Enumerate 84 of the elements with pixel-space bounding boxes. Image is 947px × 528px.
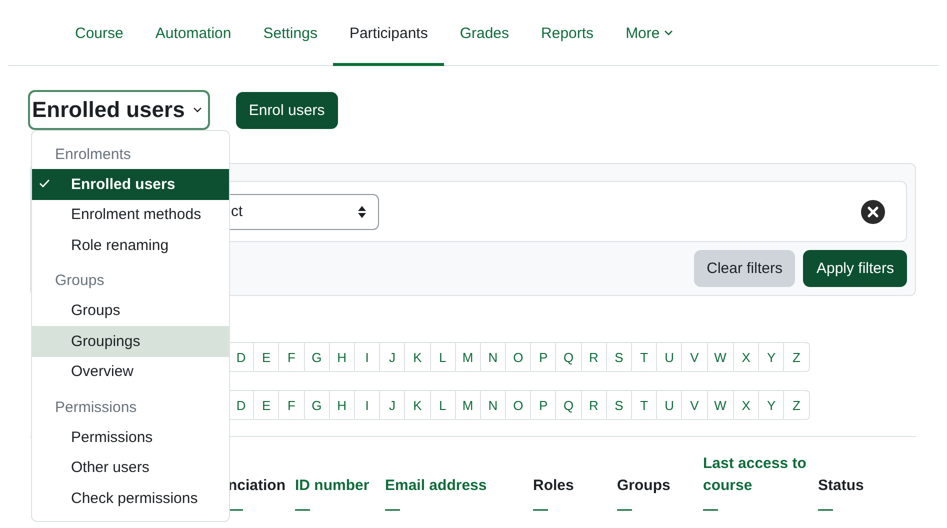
menu-group-header: Enrolments bbox=[54, 144, 132, 164]
clear-filters-button[interactable]: Clear filters bbox=[694, 250, 796, 287]
letter-filter[interactable]: T bbox=[631, 391, 656, 419]
letter-filter[interactable]: S bbox=[606, 391, 631, 419]
letter-filter[interactable]: F bbox=[278, 343, 304, 371]
column-header[interactable]: ID number bbox=[295, 475, 370, 497]
column-header: Roles bbox=[533, 476, 574, 496]
menu-item[interactable]: Check permissions bbox=[32, 483, 229, 514]
letter-filter[interactable]: E bbox=[253, 343, 278, 371]
sort-mark: — bbox=[617, 503, 632, 517]
nav-tab[interactable]: Settings bbox=[247, 0, 334, 66]
column-header[interactable]: Email address bbox=[385, 475, 487, 497]
letter-filter[interactable]: G bbox=[304, 391, 329, 419]
letter-filter[interactable]: U bbox=[656, 343, 682, 371]
menu-item[interactable]: Groupings bbox=[32, 326, 229, 356]
letter-filter[interactable]: J bbox=[379, 391, 404, 419]
letter-filter[interactable]: W bbox=[706, 343, 734, 371]
sort-arrows-icon bbox=[358, 206, 366, 218]
nav-tab[interactable]: Participants bbox=[333, 0, 444, 66]
menu-item[interactable]: Enrolled users bbox=[32, 169, 229, 200]
letter-filter[interactable]: O bbox=[505, 343, 530, 371]
menu-item[interactable]: Groups bbox=[32, 296, 229, 326]
caret-icon bbox=[192, 107, 202, 113]
letter-filter[interactable]: Q bbox=[555, 343, 581, 371]
sort-mark: — bbox=[533, 503, 548, 517]
letter-filter[interactable]: K bbox=[404, 391, 430, 419]
enrol-users-button[interactable]: Enrol users bbox=[236, 92, 338, 128]
letter-filter[interactable]: L bbox=[430, 391, 455, 419]
menu-group-header: Groups bbox=[54, 271, 106, 291]
letter-filter[interactable]: W bbox=[706, 391, 734, 419]
letter-filter[interactable]: J bbox=[379, 343, 404, 371]
check-icon bbox=[39, 179, 50, 188]
nav-tab[interactable]: Course bbox=[59, 0, 140, 66]
letter-filter[interactable]: L bbox=[430, 343, 455, 371]
sort-mark: — bbox=[385, 503, 400, 517]
menu-group-header: Permissions bbox=[54, 398, 138, 418]
letter-filter[interactable]: N bbox=[480, 343, 506, 371]
letter-filter[interactable]: M bbox=[454, 391, 480, 419]
menu-item[interactable]: Other users bbox=[32, 452, 229, 483]
letter-filter[interactable]: X bbox=[733, 343, 758, 371]
letter-filter[interactable]: F bbox=[278, 391, 304, 419]
sort-mark: — bbox=[818, 503, 833, 517]
letter-filter[interactable]: Y bbox=[758, 391, 784, 419]
menu-item[interactable]: Permissions bbox=[32, 422, 229, 452]
select-value: ct bbox=[231, 203, 243, 220]
letter-filter[interactable]: E bbox=[253, 391, 278, 419]
letter-filter[interactable]: K bbox=[404, 343, 430, 371]
letter-filter[interactable]: G bbox=[304, 343, 329, 371]
letter-filter[interactable]: Q bbox=[555, 391, 581, 419]
letter-filter[interactable]: N bbox=[480, 391, 506, 419]
letter-filter[interactable]: X bbox=[733, 391, 758, 419]
nav-tab[interactable]: More bbox=[610, 0, 689, 66]
menu-item[interactable]: Overview bbox=[32, 356, 229, 387]
letter-filter[interactable]: P bbox=[530, 391, 556, 419]
letter-filter[interactable]: Z bbox=[783, 391, 809, 419]
column-header: Groups bbox=[617, 476, 670, 496]
letter-filter[interactable]: M bbox=[454, 343, 480, 371]
letter-filter[interactable]: P bbox=[530, 343, 556, 371]
letter-filter[interactable]: U bbox=[656, 391, 682, 419]
letter-filter[interactable]: O bbox=[505, 391, 530, 419]
column-header[interactable]: Last access to course bbox=[703, 453, 818, 497]
letter-filter[interactable]: I bbox=[354, 391, 380, 419]
letter-filter[interactable]: Z bbox=[783, 343, 809, 371]
letter-filter[interactable]: T bbox=[631, 343, 656, 371]
letter-filter[interactable]: Y bbox=[758, 343, 784, 371]
nav-tab[interactable]: Reports bbox=[525, 0, 610, 66]
apply-filters-button[interactable]: Apply filters bbox=[803, 250, 907, 287]
sort-mark: — bbox=[703, 503, 718, 517]
letter-filter[interactable]: I bbox=[354, 343, 380, 371]
letter-filter[interactable]: H bbox=[328, 343, 354, 371]
column-header: nciation bbox=[228, 476, 286, 496]
letter-filter[interactable]: V bbox=[681, 391, 707, 419]
column-header: Status bbox=[818, 476, 864, 496]
nav-tab[interactable]: Grades bbox=[444, 0, 526, 66]
letter-filter[interactable]: H bbox=[328, 391, 354, 419]
sort-mark: — bbox=[295, 503, 310, 517]
letter-filter[interactable]: V bbox=[681, 343, 707, 371]
nav-tab[interactable]: Automation bbox=[139, 0, 248, 66]
page-select[interactable]: Enrolled users bbox=[28, 90, 210, 130]
close-icon[interactable] bbox=[861, 200, 885, 224]
letter-filter[interactable]: R bbox=[580, 343, 606, 371]
letter-filter[interactable]: R bbox=[580, 391, 606, 419]
letter-filter[interactable]: S bbox=[606, 343, 631, 371]
menu-item[interactable]: Role renaming bbox=[32, 230, 229, 260]
